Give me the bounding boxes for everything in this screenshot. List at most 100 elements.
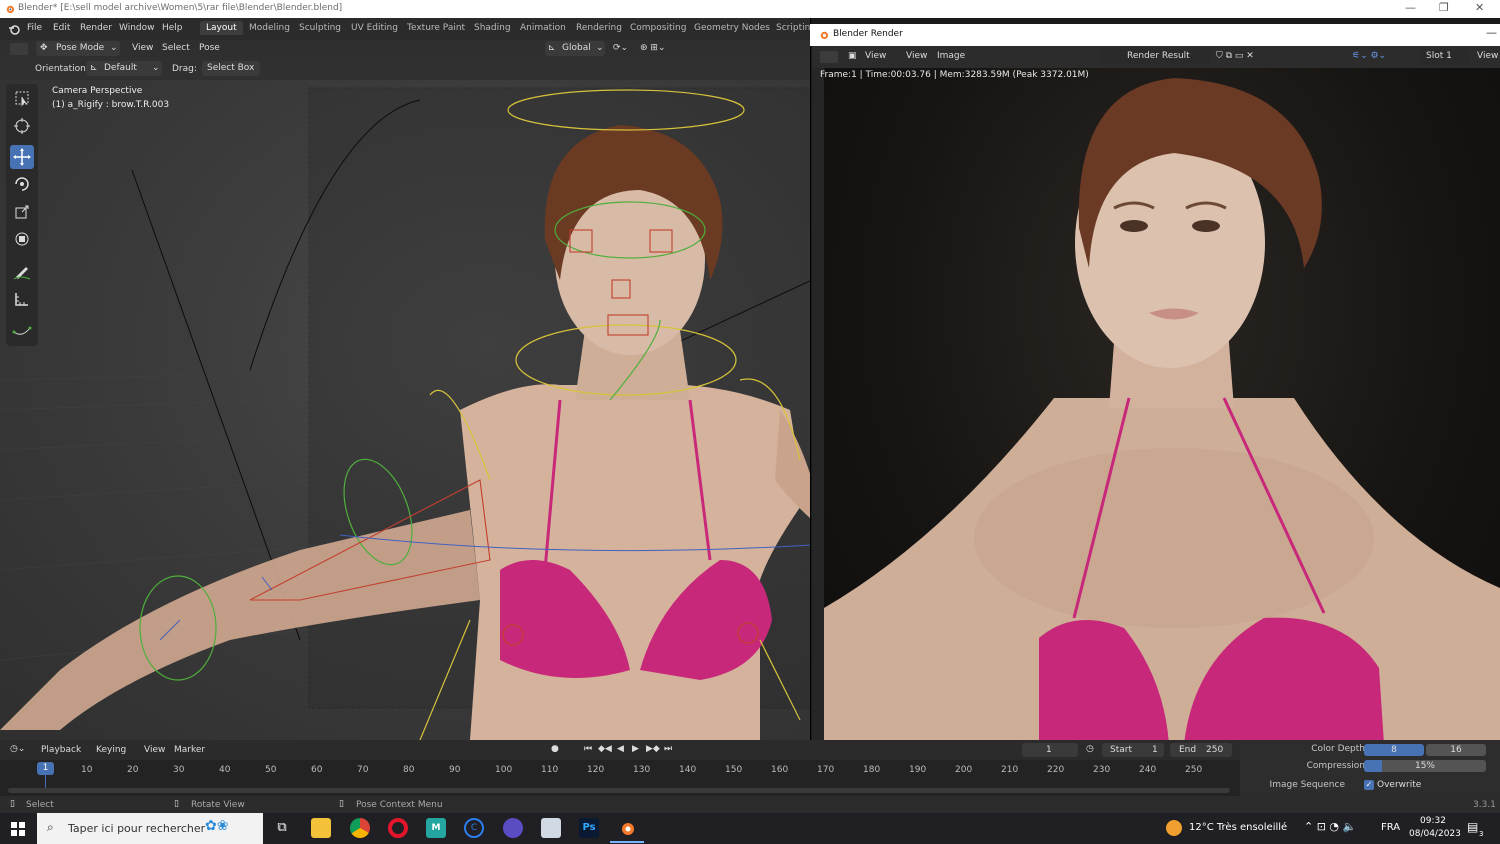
menu-image[interactable]: Image [937,51,965,61]
compression-slider[interactable]: 15% [1364,760,1486,772]
overwrite-checkbox[interactable]: ✓ [1364,780,1374,790]
tab-compositing[interactable]: Compositing [630,23,686,33]
measure-tool[interactable] [10,287,34,311]
menu-edit[interactable]: Edit [53,23,70,33]
image-actions-icon[interactable]: ⛉ ⧉ ▭ ✕ [1216,51,1254,61]
record-icon[interactable]: ● [551,744,559,754]
transform-orientation[interactable]: ⊾ Global ⌄ [545,41,605,56]
c-app-icon[interactable]: C [464,818,484,838]
transform-tool[interactable] [10,227,34,251]
restore-icon[interactable]: ❐ [1439,1,1449,14]
tab-geometry-nodes[interactable]: Geometry Nodes [694,23,770,33]
color-depth-8[interactable]: 8 [1364,744,1424,756]
tray-icons[interactable]: ⌃ ⊡ ◔ 🔈 [1304,820,1356,833]
next-keyframe-icon[interactable]: ▶◆ [646,744,660,754]
menu-timeline-view[interactable]: View [144,745,165,755]
close-icon[interactable]: ✕ [1475,1,1484,14]
blender-taskbar-icon[interactable] [617,818,637,838]
jump-end-icon[interactable]: ⏭ [664,744,672,754]
tab-modeling[interactable]: Modeling [249,23,290,33]
start-frame-field[interactable]: Start 1 [1102,743,1164,757]
active-app-indicator [610,841,644,843]
menu-playback[interactable]: Playback [41,745,81,755]
slot-selector[interactable]: Slot 1 [1420,49,1470,64]
color-depth-16[interactable]: 16 [1426,744,1486,756]
editor-type-icon[interactable] [820,51,838,63]
select-box-tool[interactable] [10,86,34,110]
preview-range-icon[interactable]: ◷ [1086,744,1094,754]
menu-keying[interactable]: Keying [96,745,126,755]
snap-icon[interactable]: ⊛ ⊞⌄ [640,43,665,53]
cursor-tool[interactable] [10,114,34,138]
timeline-scrollbar[interactable] [8,788,1230,793]
file-explorer-icon[interactable] [311,818,331,838]
current-frame-field[interactable]: 1 [1022,743,1078,757]
menu-help[interactable]: Help [162,23,183,33]
menu-marker[interactable]: Marker [174,745,205,755]
camera-perspective-label: Camera Perspective [52,86,143,96]
photoshop-icon[interactable]: Ps [579,818,599,838]
jump-start-icon[interactable]: ⏮ [584,744,592,754]
image-selector[interactable]: Render Result [1100,49,1210,64]
menu-file[interactable]: File [27,23,42,33]
notification-icon[interactable]: ▤ [1467,820,1478,834]
play-icon[interactable]: ▶ [632,744,639,754]
editor-type-icon[interactable] [10,43,28,55]
opera-icon[interactable] [388,818,408,838]
clock-date[interactable]: 08/04/2023 [1409,829,1461,839]
tab-rendering[interactable]: Rendering [576,23,622,33]
tab-uv-editing[interactable]: UV Editing [351,23,398,33]
tab-texture-paint[interactable]: Texture Paint [407,23,465,33]
relax-tool[interactable] [10,318,34,342]
pivot-icon[interactable]: ⟳⌄ [613,43,628,53]
tab-sculpting[interactable]: Sculpting [299,23,341,33]
play-reverse-icon[interactable]: ◀ [617,744,624,754]
blender-menu-icon[interactable] [8,23,20,35]
menu-render[interactable]: Render [80,23,112,33]
chrome-icon[interactable] [350,818,370,838]
m-app-icon[interactable]: M [426,818,446,838]
3d-viewport[interactable]: Camera Perspective (1) a_Rigify : brow.T… [0,80,812,740]
tab-animation[interactable]: Animation [520,23,566,33]
menu-view-mode[interactable]: View [865,51,886,61]
menu-select[interactable]: Select [162,43,190,53]
frame-tick: 230 [1093,765,1111,775]
scale-tool[interactable] [10,200,34,224]
document-app-icon[interactable] [541,818,561,838]
window-title: Blender* [E:\sell model archive\Women\5\… [18,3,343,13]
move-tool[interactable] [10,145,34,169]
menu-pose[interactable]: Pose [199,43,220,53]
mode-selector[interactable]: ✥ Pose Mode ⌄ [36,41,120,56]
render-result-image[interactable] [824,68,1500,744]
orientation-dropdown[interactable]: ⊾ Default ⌄ [86,61,162,76]
view-layer-label[interactable]: View [1477,51,1498,61]
task-view-icon[interactable]: ⧉ [272,818,292,838]
cursor-icon [14,118,30,134]
rotate-tool[interactable] [10,172,34,196]
clock-time[interactable]: 09:32 [1420,816,1446,826]
image-icon[interactable]: ▣ [848,51,857,61]
menu-view[interactable]: View [906,51,927,61]
weather-text[interactable]: 12°C Très ensoleillé [1189,822,1287,833]
end-frame-field[interactable]: End 250 [1170,743,1232,757]
annotate-tool[interactable] [10,259,34,283]
render-slot-icon[interactable]: ⚟⌄ ⚙⌄ [1352,51,1386,61]
minimize-icon[interactable]: — [1405,1,1416,14]
chat-app-icon[interactable] [503,818,523,838]
current-frame-marker[interactable]: 1 [37,762,54,775]
tab-layout[interactable]: Layout [200,21,243,35]
notification-count: 3 [1479,830,1484,838]
weather-icon[interactable] [1166,820,1182,836]
prev-keyframe-icon[interactable]: ◆◀ [598,744,612,754]
menu-view[interactable]: View [132,43,153,53]
drag-dropdown[interactable]: Select Box [202,61,260,76]
language-indicator[interactable]: FRA [1381,822,1400,833]
orientation-value: Default [104,63,137,73]
frame-tick: 80 [403,765,415,775]
taskbar-search[interactable]: ⌕ Taper ici pour rechercher ✿❀ [37,813,263,844]
tab-shading[interactable]: Shading [474,23,511,33]
windows-start-icon[interactable] [11,822,25,836]
clock-icon[interactable]: ◷⌄ [10,744,25,754]
menu-window[interactable]: Window [119,23,155,33]
minimize-icon[interactable]: — [1486,26,1497,39]
